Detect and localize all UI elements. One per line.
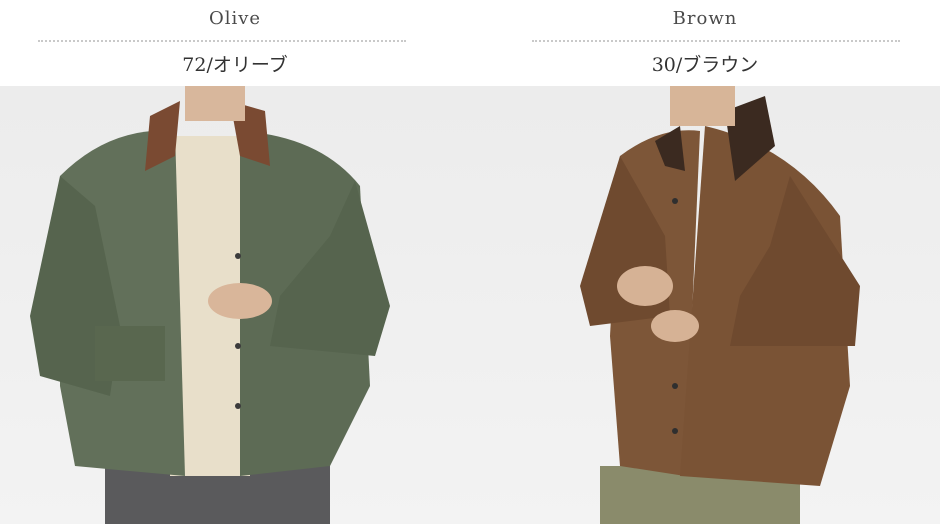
color-name-en: Olive — [208, 8, 262, 29]
color-name-en: Brown — [672, 8, 738, 29]
color-code-jp: 30/ブラウン — [651, 54, 759, 76]
color-panel-brown: Brown 30/ブラウン — [470, 0, 940, 524]
dotted-divider — [532, 40, 900, 42]
color-code-jp: 72/オリーブ — [182, 54, 288, 76]
color-panel-olive: Olive 72/オリーブ — [0, 0, 470, 524]
product-photo-olive — [0, 86, 470, 524]
color-header: Olive 72/オリーブ — [0, 0, 470, 86]
color-header: Brown 30/ブラウン — [470, 0, 940, 86]
product-photo-brown — [470, 86, 940, 524]
dotted-divider — [38, 40, 406, 42]
model-illustration — [580, 86, 860, 524]
model-illustration — [30, 86, 390, 524]
